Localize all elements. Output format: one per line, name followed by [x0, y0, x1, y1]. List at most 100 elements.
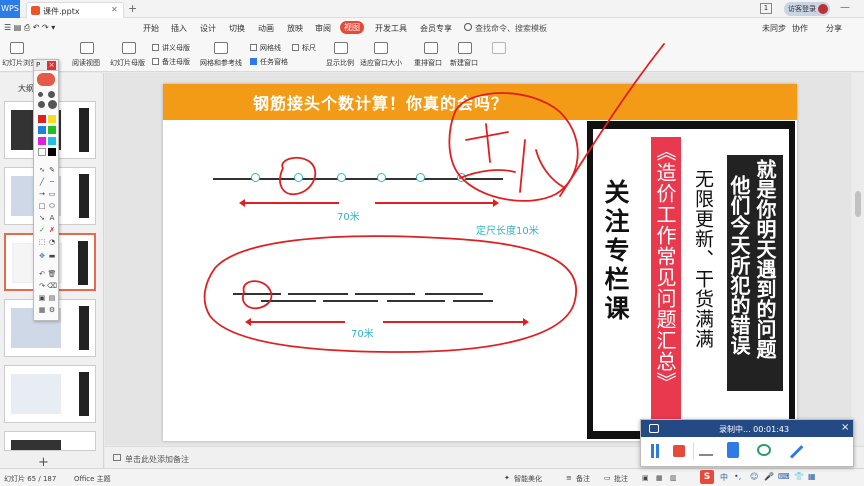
search-icon[interactable]	[464, 23, 472, 31]
handout-master-checkbox[interactable]	[152, 44, 159, 51]
fit-window-button[interactable]: 适应窗口大小	[360, 58, 402, 68]
more-windows-icon[interactable]	[492, 42, 506, 54]
punctuation-icon[interactable]: •,	[734, 472, 741, 481]
close-icon[interactable]: ×	[841, 422, 849, 433]
stop-button[interactable]	[673, 445, 685, 457]
color-swatch-black[interactable]	[48, 148, 56, 156]
ellipse-icon[interactable]: ⬭	[47, 202, 57, 211]
scrollbar-thumb[interactable]	[855, 191, 861, 217]
minimize-icon[interactable]: —	[840, 2, 850, 13]
color-swatch-blue[interactable]	[38, 126, 46, 134]
menu-item-animation[interactable]: 动画	[258, 23, 274, 34]
menu-item-home[interactable]: 开始	[143, 23, 159, 34]
microphone-icon[interactable]	[727, 442, 739, 458]
settings-icon[interactable]: ⚙	[47, 306, 57, 314]
pause-button[interactable]	[649, 444, 661, 458]
emoji-icon[interactable]: ☺	[750, 472, 758, 481]
ruler-checkbox[interactable]	[292, 44, 299, 51]
comments-icon[interactable]: ▭	[604, 474, 611, 482]
share-button[interactable]: 分享	[826, 23, 842, 34]
close-icon[interactable]: ×	[47, 61, 56, 70]
color-swatch-green[interactable]	[48, 126, 56, 134]
ime-toolbar[interactable]: S 中 •, ☺ 🎤 ⌨ 👕 ▦	[700, 470, 860, 486]
normal-view-icon[interactable]: ▣	[642, 474, 649, 482]
screenshot-icon[interactable]: ▣	[37, 294, 47, 302]
fit-window-icon[interactable]	[374, 42, 388, 54]
trash-icon[interactable]: 🗑	[47, 270, 57, 278]
outline-tab[interactable]: 大纲	[18, 83, 34, 94]
freehand-icon[interactable]: ∿	[37, 166, 47, 174]
new-tab-icon[interactable]: +	[128, 2, 137, 15]
rectangle-icon[interactable]: ▭	[47, 190, 57, 198]
smart-beautify-icon[interactable]: ✦	[504, 474, 510, 482]
color-swatch-red[interactable]	[38, 115, 46, 123]
zoom-icon[interactable]	[334, 42, 348, 54]
menu-item-developer[interactable]: 开发工具	[375, 23, 407, 34]
notes-toggle-icon[interactable]: ≡	[566, 474, 572, 482]
collaborate-button[interactable]: 协作	[792, 23, 808, 34]
sync-status[interactable]: 未同步	[762, 23, 786, 34]
board-icon[interactable]: ▦	[37, 306, 47, 314]
new-window-icon[interactable]	[458, 42, 472, 54]
redo-icon[interactable]: ↷	[37, 282, 47, 290]
pen-size-medium[interactable]	[48, 91, 55, 98]
window-count-badge[interactable]: 1	[760, 3, 772, 14]
pencil-icon[interactable]: ✎	[47, 166, 57, 174]
grid-guides-button[interactable]: 网格和参考线	[200, 58, 242, 68]
reading-view-icon[interactable]	[80, 42, 94, 54]
undo-icon[interactable]: ↶	[37, 270, 47, 278]
menu-item-transition[interactable]: 切换	[229, 23, 245, 34]
arrow-line-icon[interactable]: →	[37, 190, 47, 198]
recorder-header[interactable]: 录制中... 00:01:43 ×	[641, 420, 853, 437]
task-pane-checkbox[interactable]	[250, 58, 257, 65]
file-tab[interactable]: 课件.pptx ✕	[26, 2, 124, 18]
slide-thumbnail[interactable]	[4, 365, 96, 423]
pen-size-large[interactable]	[38, 101, 45, 108]
app-logo[interactable]: WPS	[0, 0, 20, 18]
select-icon[interactable]: ⬚	[37, 238, 47, 246]
reading-view-icon[interactable]: ▥	[670, 474, 677, 482]
slide-master-icon[interactable]	[122, 42, 136, 54]
ime-mode-toggle[interactable]: 中	[720, 472, 728, 483]
menu-item-slideshow[interactable]: 放映	[287, 23, 303, 34]
keyboard-icon[interactable]: ⌨	[778, 472, 790, 481]
check-icon[interactable]: ✓	[37, 226, 47, 234]
grid-guides-icon[interactable]	[214, 42, 228, 54]
pen-toolbar-header[interactable]: P ×	[34, 60, 58, 71]
color-swatch-white[interactable]	[38, 148, 46, 156]
skin-icon[interactable]: 👕	[794, 472, 804, 481]
color-swatch-cyan[interactable]	[48, 137, 56, 145]
move-icon[interactable]: ✥	[37, 252, 47, 260]
pen-toolbar[interactable]: P × ∿ ✎ ╱ ╌ → ▭ □ ⬭ ➘ A ✓ ✗ ⬚ ◔ ✥ ▬ ↶ 🗑 …	[33, 59, 59, 321]
notes-master-checkbox[interactable]	[152, 58, 159, 65]
sogou-logo-icon[interactable]: S	[700, 470, 714, 484]
arrange-windows-button[interactable]: 重排窗口	[414, 58, 442, 68]
visitor-login-button[interactable]: 访客登录	[784, 2, 830, 16]
toolbox-icon[interactable]: ▦	[808, 472, 816, 481]
gridlines-checkbox[interactable]	[250, 44, 257, 51]
eraser-icon[interactable]: ▬	[47, 252, 57, 260]
menu-item-review[interactable]: 审阅	[315, 23, 331, 34]
slide-thumbnail[interactable]	[4, 431, 96, 451]
menu-item-member[interactable]: 会员专享	[420, 23, 452, 34]
pen-tool-button[interactable]	[37, 73, 55, 86]
menu-item-design[interactable]: 设计	[200, 23, 216, 34]
pen-size-small[interactable]	[38, 92, 43, 97]
webcam-icon[interactable]	[757, 444, 771, 456]
save-icon[interactable]: ▤	[47, 294, 57, 302]
arrow-icon[interactable]: ➘	[37, 214, 47, 222]
menu-icons-left[interactable]: ☰ ▤ ⎙ ↶ ↷ ▾	[4, 23, 55, 33]
slide-master-button[interactable]: 幻灯片母版	[110, 58, 145, 68]
reading-view-button[interactable]: 阅读视图	[72, 58, 100, 68]
zoom-button[interactable]: 显示比例	[326, 58, 354, 68]
spotlight-icon[interactable]: ◔	[47, 238, 57, 246]
text-icon[interactable]: A	[47, 214, 57, 222]
arrange-windows-icon[interactable]	[424, 42, 438, 54]
comments-button[interactable]: 批注	[614, 474, 628, 484]
command-search[interactable]: 查找命令、搜索模板	[475, 23, 547, 34]
rect-outline-icon[interactable]: □	[37, 202, 47, 210]
notes-toggle-button[interactable]: 备注	[576, 474, 590, 484]
smart-beautify-button[interactable]: 智能美化	[514, 474, 542, 484]
color-swatch-yellow[interactable]	[48, 115, 56, 123]
slide[interactable]: 钢筋接头个数计算！你真的会吗？ 70米 定尺长度10米 70米 关注专栏课 《造…	[163, 84, 797, 441]
